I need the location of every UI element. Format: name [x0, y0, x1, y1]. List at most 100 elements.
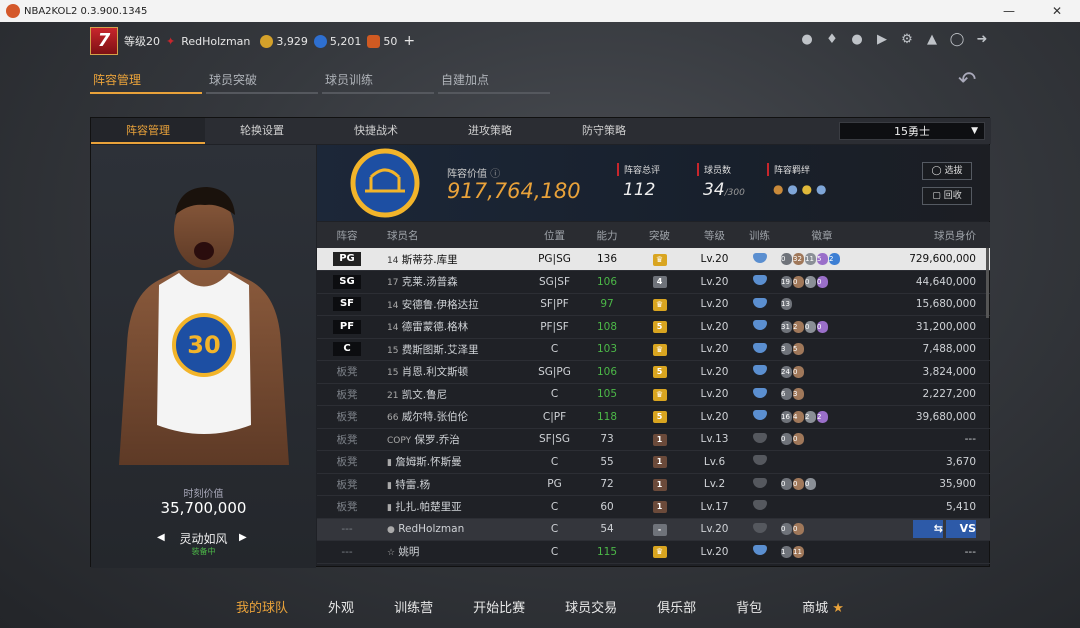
- table-scrollbar[interactable]: [986, 248, 989, 318]
- slot-label[interactable]: PG: [333, 252, 361, 266]
- honor-badge[interactable]: 11: [805, 253, 816, 265]
- table-row[interactable]: 板凳 15 肖恩.利文斯顿 SG|PG 106 5 Lv.20 24 0 3,824,000: [317, 360, 990, 384]
- honor-badge[interactable]: 0: [781, 253, 792, 265]
- col-level[interactable]: 等级: [687, 222, 742, 248]
- settings-gear-icon[interactable]: ⚙: [899, 32, 915, 48]
- honor-badge[interactable]: 0: [793, 523, 804, 536]
- honor-badge[interactable]: 0: [793, 433, 804, 446]
- table-row[interactable]: PG 14 斯蒂芬.库里 PG|SG 136 ♛ Lv.20 0 32 11 5 2 729,600,…: [317, 248, 990, 271]
- nav-training-camp[interactable]: 训练营: [374, 592, 453, 628]
- nav-start-game[interactable]: 开始比赛: [453, 592, 545, 628]
- col-training[interactable]: 训练: [742, 222, 777, 248]
- recycle-button[interactable]: ▢ 回收: [922, 187, 972, 205]
- training-shield-icon[interactable]: [752, 455, 767, 466]
- col-slot[interactable]: 阵容: [317, 222, 377, 248]
- player-name[interactable]: 克莱.汤普森: [402, 276, 458, 288]
- honor-badge[interactable]: 0: [793, 275, 804, 288]
- slot-label[interactable]: SG: [333, 274, 361, 289]
- security-shield-icon[interactable]: ▲: [924, 32, 940, 48]
- honor-badge[interactable]: 13: [781, 298, 792, 311]
- honor-badge[interactable]: 31: [781, 320, 792, 333]
- nav-store[interactable]: 商城 ★: [782, 592, 864, 628]
- training-shield-icon[interactable]: [752, 477, 767, 488]
- minimize-button[interactable]: —: [986, 0, 1032, 22]
- prev-style-arrow-icon[interactable]: ◀: [157, 532, 165, 543]
- honor-badge[interactable]: 32: [793, 253, 804, 265]
- player-name[interactable]: 斯蒂芬.库里: [402, 254, 458, 266]
- slot-label[interactable]: PF: [333, 319, 361, 334]
- tab-player-breakthrough[interactable]: 球员突破: [206, 68, 318, 94]
- honor-badge[interactable]: 2: [805, 410, 816, 423]
- slot-label[interactable]: 板凳: [337, 366, 358, 378]
- honor-badge[interactable]: 19: [781, 275, 792, 288]
- honor-badge[interactable]: 0: [817, 320, 828, 333]
- table-row[interactable]: C 15 费斯图斯.艾泽里 C 103 ♛ Lv.20 3 5 7,488,000: [317, 338, 990, 361]
- nav-appearance[interactable]: 外观: [308, 592, 374, 628]
- slot-label[interactable]: 板凳: [337, 456, 358, 468]
- training-shield-icon[interactable]: [752, 320, 767, 331]
- subtab-roster[interactable]: 阵容管理: [91, 118, 205, 144]
- honor-badge[interactable]: 0: [793, 478, 804, 491]
- exit-icon[interactable]: ➜: [974, 32, 990, 48]
- training-shield-icon[interactable]: [752, 275, 767, 286]
- training-shield-icon[interactable]: [752, 365, 767, 376]
- honor-badge[interactable]: 3: [793, 388, 804, 401]
- player-name[interactable]: 肖恩.利文斯顿: [402, 366, 468, 378]
- slot-label[interactable]: 板凳: [337, 479, 358, 491]
- slot-label[interactable]: 板凳: [337, 411, 358, 423]
- back-arrow-icon[interactable]: ↶: [958, 68, 976, 93]
- player-name[interactable]: 凯文.鲁尼: [402, 389, 447, 401]
- table-row[interactable]: 板凳 ▮ 特雷.杨 PG 72 1 Lv.2 0 0 0 35,900: [317, 473, 990, 496]
- honor-badge[interactable]: 11: [793, 545, 804, 558]
- slot-label[interactable]: ---: [341, 523, 352, 535]
- col-value[interactable]: 球员身价: [867, 222, 990, 248]
- training-shield-icon[interactable]: [752, 500, 767, 511]
- player-name[interactable]: 安德鲁.伊格达拉: [402, 299, 479, 311]
- close-button[interactable]: ✕: [1034, 0, 1080, 22]
- swap-button[interactable]: ⇆: [913, 520, 943, 539]
- table-row[interactable]: --- ☆ 姚明 C 115 ♛ Lv.20 1 11 ---: [317, 540, 990, 564]
- honor-badge[interactable]: 16: [781, 410, 792, 423]
- training-shield-icon[interactable]: [752, 252, 767, 263]
- honor-badge[interactable]: 2: [793, 320, 804, 333]
- training-shield-icon[interactable]: [752, 432, 767, 443]
- player-name[interactable]: 保罗.乔治: [414, 434, 459, 446]
- subtab-offense[interactable]: 进攻策略: [433, 118, 547, 144]
- slot-label[interactable]: 板凳: [337, 434, 358, 446]
- bond-icon-2[interactable]: ●: [787, 182, 797, 196]
- player-name[interactable]: 费斯图斯.艾泽里: [402, 344, 479, 356]
- honor-badge[interactable]: 5: [793, 343, 804, 356]
- player-name[interactable]: 威尔特.张伯伦: [402, 411, 468, 423]
- training-shield-icon[interactable]: [752, 297, 767, 308]
- tab-roster-management[interactable]: 阵容管理: [90, 68, 202, 94]
- training-shield-icon[interactable]: [752, 545, 767, 556]
- player-name[interactable]: 詹姆斯.怀斯曼: [395, 456, 461, 468]
- tab-custom-attributes[interactable]: 自建加点: [438, 68, 550, 94]
- nav-backpack[interactable]: 背包: [716, 592, 782, 628]
- tab-player-training[interactable]: 球员训练: [322, 68, 434, 94]
- honor-badge[interactable]: 0: [817, 275, 828, 288]
- table-row[interactable]: SF 14 安德鲁.伊格达拉 SF|PF 97 ♛ Lv.20 13 15,680,000: [317, 293, 990, 316]
- subtab-defense[interactable]: 防守策略: [547, 118, 661, 144]
- honor-badge[interactable]: 0: [805, 320, 816, 333]
- honor-badge[interactable]: 0: [781, 433, 792, 446]
- col-breakthrough[interactable]: 突破: [632, 222, 687, 248]
- slot-label[interactable]: SF: [333, 297, 361, 312]
- table-row[interactable]: PF 14 德雷蒙德.格林 PF|SF 108 5 Lv.20 31 2 0 0 31,200,00…: [317, 315, 990, 339]
- vs-button[interactable]: VS: [946, 520, 976, 539]
- training-shield-icon[interactable]: [752, 342, 767, 353]
- table-row[interactable]: 板凳 ▮ 扎扎.帕楚里亚 C 60 1 Lv.17 5,410: [317, 495, 990, 519]
- honor-badge[interactable]: 0: [805, 478, 816, 491]
- player-name[interactable]: 姚明: [398, 546, 419, 558]
- honor-badge[interactable]: 5: [817, 253, 828, 265]
- col-badges[interactable]: 徽章: [777, 222, 867, 248]
- bond-icon-1[interactable]: ●: [773, 182, 783, 196]
- video-icon[interactable]: ▶: [874, 32, 890, 48]
- table-row[interactable]: 板凳 ▮ 詹姆斯.怀斯曼 C 55 1 Lv.6 3,670: [317, 450, 990, 474]
- next-style-arrow-icon[interactable]: ▶: [239, 532, 247, 543]
- honor-badge[interactable]: 0: [793, 365, 804, 378]
- honor-badge[interactable]: 24: [781, 365, 792, 378]
- col-name[interactable]: 球员名: [377, 222, 527, 248]
- slot-label[interactable]: ---: [341, 546, 352, 558]
- slot-label[interactable]: 板凳: [337, 501, 358, 513]
